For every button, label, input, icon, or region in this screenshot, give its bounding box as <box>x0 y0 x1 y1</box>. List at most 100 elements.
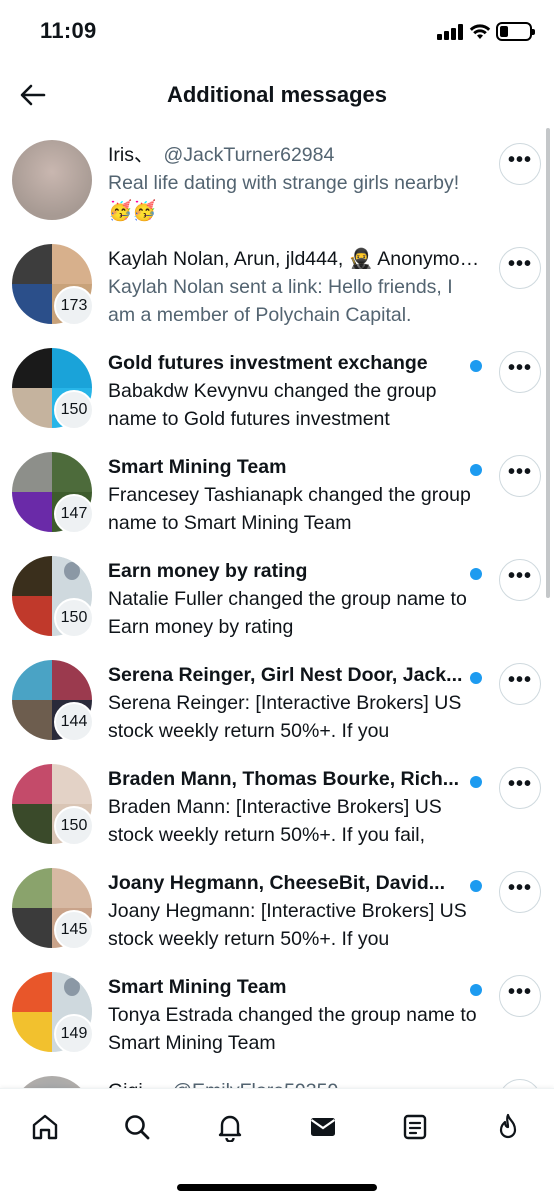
more-icon: ••• <box>507 773 532 795</box>
avatar-photo <box>12 556 52 596</box>
page-title: Additional messages <box>166 82 388 107</box>
conversation-row[interactable]: 145 Joany Hegmann, CheeseBit, David... Joa… <box>0 858 554 962</box>
conversation-content: Smart Mining Team Francesey Tashianapk ch… <box>108 454 480 537</box>
message-preview: Kaylah Nolan sent a link: Hello friends,… <box>108 276 453 326</box>
home-icon <box>32 1114 58 1140</box>
avatar-photo <box>12 244 52 284</box>
avatar[interactable] <box>12 140 92 220</box>
conversation-handle: @JackTurner62984 <box>163 144 335 166</box>
more-options-button[interactable]: ••• <box>499 143 541 185</box>
conversation-content: Braden Mann, Thomas Bourke, Rich... Brade… <box>108 766 480 849</box>
message-preview: Babakdw Kevynvu changed the group name t… <box>108 380 437 430</box>
default-profile-icon <box>52 972 92 1012</box>
avatar-photo <box>12 660 52 700</box>
conversation-row[interactable]: 149 Smart Mining Team Tonya Estrada change… <box>0 962 554 1066</box>
status-time: 11:09 <box>40 18 97 43</box>
message-preview: Francesey Tashianapk changed the group n… <box>108 484 471 534</box>
nav-messages[interactable] <box>303 1107 343 1147</box>
conversation-title-line: Iris、 @JackTurner62984 <box>108 142 480 168</box>
participant-count-badge: 150 <box>54 390 94 430</box>
conversation-name: Kaylah Nolan, Arun, jld444, 🥷 Anonymous.… <box>108 248 480 270</box>
more-options-button[interactable]: ••• <box>499 767 541 809</box>
more-options-button[interactable]: ••• <box>499 1079 541 1088</box>
conversation-row[interactable]: 150 Braden Mann, Thomas Bourke, Rich... Br… <box>0 754 554 858</box>
wifi-icon <box>469 22 491 40</box>
avatar-photo <box>12 908 52 948</box>
message-preview: Natalie Fuller changed the group name to… <box>108 588 467 638</box>
avatar-photo <box>52 868 92 908</box>
unread-indicator <box>470 776 482 788</box>
more-icon: ••• <box>507 877 532 899</box>
conversation-title-line: Gold futures investment exchange <box>108 350 464 376</box>
avatar-photo <box>12 596 52 636</box>
more-options-button[interactable]: ••• <box>499 351 541 393</box>
conversation-row[interactable]: 150 Earn money by rating Natalie Fuller ch… <box>0 546 554 650</box>
default-profile-icon <box>52 556 92 596</box>
nav-home[interactable] <box>25 1107 65 1147</box>
conversation-row[interactable]: 150 Gold futures investment exchange Babak… <box>0 338 554 442</box>
more-icon: ••• <box>507 669 532 691</box>
nav-lists[interactable] <box>395 1107 435 1147</box>
conversation-list[interactable]: Iris、 @JackTurner62984 Real life dating wi… <box>0 130 554 1088</box>
conversation-content: Joany Hegmann, CheeseBit, David... Joany … <box>108 870 480 953</box>
avatar-photo <box>12 972 52 1012</box>
unread-indicator <box>470 880 482 892</box>
conversation-title-line: Earn money by rating <box>108 558 464 584</box>
more-icon: ••• <box>507 981 532 1003</box>
header: Additional messages <box>0 64 554 124</box>
avatar-photo <box>12 700 52 740</box>
conversation-name: Serena Reinger, Girl Nest Door, Jack... <box>108 664 463 686</box>
participant-count-badge: 149 <box>54 1014 94 1054</box>
conversation-content: Serena Reinger, Girl Nest Door, Jack... S… <box>108 662 480 745</box>
conversation-name: Gold futures investment exchange <box>108 352 428 374</box>
participant-count-badge: 150 <box>54 598 94 638</box>
avatar-photo <box>52 452 92 492</box>
conversation-name: Smart Mining Team <box>108 976 287 998</box>
more-options-button[interactable]: ••• <box>499 247 541 289</box>
more-icon: ••• <box>507 461 532 483</box>
avatar-photo <box>52 764 92 804</box>
home-indicator <box>177 1184 377 1191</box>
unread-indicator <box>470 360 482 372</box>
conversation-title-line: Braden Mann, Thomas Bourke, Rich... <box>108 766 464 792</box>
nav-trending[interactable] <box>488 1107 528 1147</box>
conversation-name: Iris、 <box>108 144 154 166</box>
participant-count-badge: 147 <box>54 494 94 534</box>
more-icon: ••• <box>507 565 532 587</box>
more-options-button[interactable]: ••• <box>499 871 541 913</box>
battery-icon <box>496 22 535 41</box>
avatar[interactable] <box>12 1076 92 1088</box>
conversation-name: Joany Hegmann, CheeseBit, David... <box>108 872 446 894</box>
avatar-photo <box>12 348 52 388</box>
notifications-icon <box>218 1115 242 1142</box>
avatar-photo <box>12 452 52 492</box>
conversation-row[interactable]: Iris、 @JackTurner62984 Real life dating wi… <box>0 130 554 234</box>
trending-icon <box>499 1113 517 1139</box>
conversation-row[interactable]: Gigi、 @EmilyFlore59359 ••• <box>0 1066 554 1088</box>
conversation-name: Gigi、 <box>108 1080 162 1088</box>
more-options-button[interactable]: ••• <box>499 559 541 601</box>
avatar-photo <box>52 244 92 284</box>
conversation-title-line: Gigi、 @EmilyFlore59359 <box>108 1078 480 1088</box>
more-options-button[interactable]: ••• <box>499 663 541 705</box>
conversation-handle: @EmilyFlore59359 <box>172 1080 338 1088</box>
battery-level <box>500 26 508 37</box>
more-options-button[interactable]: ••• <box>499 455 541 497</box>
avatar-photo <box>52 660 92 700</box>
conversation-row[interactable]: 173 Kaylah Nolan, Arun, jld444, 🥷 Anonymo… <box>0 234 554 338</box>
participant-count-badge: 144 <box>54 702 94 742</box>
more-icon: ••• <box>507 357 532 379</box>
avatar-photo <box>52 348 92 388</box>
conversation-name: Smart Mining Team <box>108 456 287 478</box>
conversation-row[interactable]: 144 Serena Reinger, Girl Nest Door, Jack.… <box>0 650 554 754</box>
message-preview: Braden Mann: [Interactive Brokers] US st… <box>108 796 442 846</box>
conversation-content: Gold futures investment exchange Babakdw … <box>108 350 480 433</box>
avatar-photo <box>12 388 52 428</box>
conversation-row[interactable]: 147 Smart Mining Team Francesey Tashianapk… <box>0 442 554 546</box>
conversation-title-line: Smart Mining Team <box>108 974 464 1000</box>
more-options-button[interactable]: ••• <box>499 975 541 1017</box>
nav-notifications[interactable] <box>210 1107 250 1147</box>
conversation-content: Iris、 @JackTurner62984 Real life dating wi… <box>108 142 480 225</box>
nav-search[interactable] <box>117 1107 157 1147</box>
scrollbar[interactable] <box>546 128 550 598</box>
